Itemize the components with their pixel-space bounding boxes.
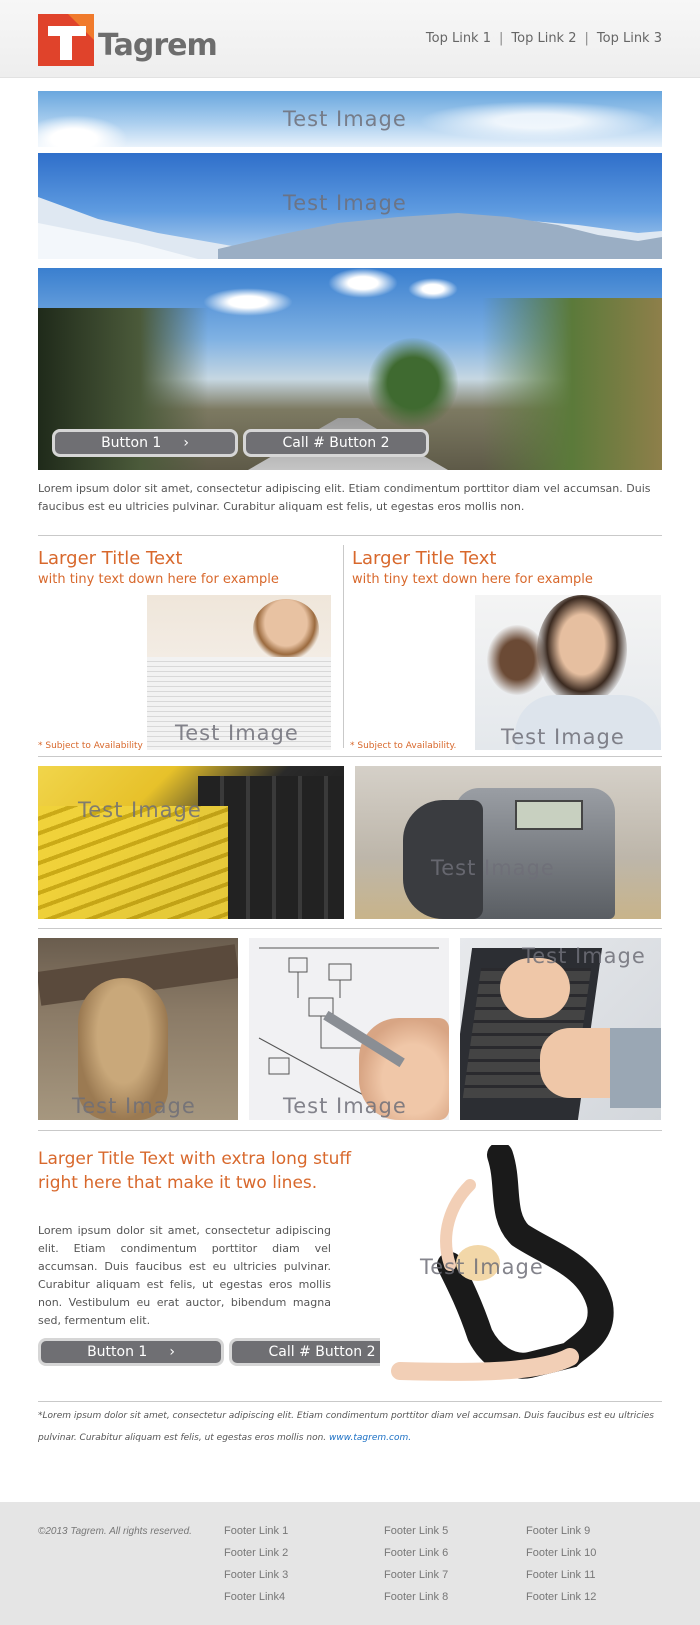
blueprint-drawing-image: Test Image: [249, 938, 449, 1120]
top-nav-separator: |: [584, 31, 589, 46]
sky-banner-image: Test Image: [38, 91, 662, 147]
right-title: Larger Title Text: [352, 548, 497, 569]
divider: [38, 1401, 662, 1402]
divider: [38, 535, 662, 536]
image-label: Test Image: [420, 1255, 544, 1279]
image-label: Test Image: [283, 191, 407, 215]
hero-call-button[interactable]: Call # Button 2: [243, 429, 429, 457]
chevron-right-icon: ›: [169, 1344, 175, 1360]
desk-phone-image: Test Image: [355, 766, 661, 919]
footer-column-2: Footer Link 5 Footer Link 6 Footer Link …: [384, 1524, 448, 1604]
hero-button-1[interactable]: Button 1 ›: [52, 429, 238, 457]
prairie-dog-image: Test Image: [38, 938, 238, 1120]
top-nav: Top Link 1 | Top Link 2 | Top Link 3: [426, 31, 662, 46]
footer-link-7[interactable]: Footer Link 7: [384, 1568, 448, 1582]
column-divider: [343, 545, 344, 748]
hero-paragraph: Lorem ipsum dolor sit amet, consectetur …: [38, 482, 651, 513]
footer-link-5[interactable]: Footer Link 5: [384, 1524, 448, 1538]
disclaimer: *Lorem ipsum dolor sit amet, consectetur…: [38, 1405, 662, 1449]
footer-link-1[interactable]: Footer Link 1: [224, 1524, 288, 1538]
image-label: Test Image: [78, 798, 202, 822]
footer-column-3: Footer Link 9 Footer Link 10 Footer Link…: [526, 1524, 596, 1604]
button-label: Call # Button 2: [268, 1344, 376, 1360]
call-center-image: Test Image: [475, 595, 661, 750]
left-availability-note: * Subject to Availability: [38, 741, 143, 751]
image-label: Test Image: [175, 721, 299, 745]
feature-title-line1: Larger Title Text with extra long stuff: [38, 1149, 352, 1169]
copyright: ©2013 Tagrem. All rights reserved.: [38, 1526, 192, 1537]
newspaper-reader-image: Test Image: [147, 595, 331, 750]
header: Tagrem Top Link 1 | Top Link 2 | Top Lin…: [0, 0, 700, 78]
chevron-right-icon: ›: [183, 435, 189, 451]
divider: [38, 1130, 662, 1131]
footer-link-10[interactable]: Footer Link 10: [526, 1546, 596, 1560]
logo-mark-icon: [38, 14, 94, 66]
top-nav-separator: |: [499, 31, 504, 46]
footer-link-3[interactable]: Footer Link 3: [224, 1568, 288, 1582]
footer-link-6[interactable]: Footer Link 6: [384, 1546, 448, 1560]
top-link-2[interactable]: Top Link 2: [511, 31, 576, 46]
button-label: Button 1: [87, 1344, 148, 1360]
left-subtitle: with tiny text down here for example: [38, 572, 279, 587]
image-label: Test Image: [283, 107, 407, 131]
logo[interactable]: Tagrem: [38, 12, 238, 68]
footer: ©2013 Tagrem. All rights reserved. Foote…: [0, 1502, 700, 1625]
footer-link-11[interactable]: Footer Link 11: [526, 1568, 596, 1582]
network-cables-image: Test Image: [38, 766, 344, 919]
footer-link-12[interactable]: Footer Link 12: [526, 1590, 596, 1604]
footer-link-4[interactable]: Footer Link4: [224, 1590, 288, 1604]
top-link-1[interactable]: Top Link 1: [426, 31, 491, 46]
feature-paragraph: Lorem ipsum dolor sit amet, consectetur …: [38, 1224, 331, 1327]
footer-link-8[interactable]: Footer Link 8: [384, 1590, 448, 1604]
image-label: Test Image: [501, 725, 625, 749]
footer-link-9[interactable]: Footer Link 9: [526, 1524, 596, 1538]
right-subtitle: with tiny text down here for example: [352, 572, 593, 587]
divider: [38, 756, 662, 757]
feature-button-1[interactable]: Button 1 ›: [38, 1338, 224, 1366]
gymnast-image: Test Image: [380, 1145, 640, 1381]
top-link-3[interactable]: Top Link 3: [597, 31, 662, 46]
image-label: Test Image: [431, 856, 555, 880]
image-label: Test Image: [72, 1094, 196, 1118]
disclaimer-link[interactable]: www.tagrem.com.: [329, 1433, 411, 1443]
button-label: Button 1: [101, 435, 162, 451]
left-title: Larger Title Text: [38, 548, 183, 569]
image-label: Test Image: [522, 944, 646, 968]
feature-title-line2: right here that make it two lines.: [38, 1173, 318, 1193]
image-label: Test Image: [283, 1094, 407, 1118]
right-availability-note: * Subject to Availability.: [350, 741, 457, 751]
laptop-typing-image: Test Image: [460, 938, 661, 1120]
footer-column-1: Footer Link 1 Footer Link 2 Footer Link …: [224, 1524, 288, 1604]
divider: [38, 928, 662, 929]
logo-text: Tagrem: [98, 28, 218, 63]
button-label: Call # Button 2: [282, 435, 390, 451]
snow-mountain-image: Test Image: [38, 153, 662, 259]
footer-link-2[interactable]: Footer Link 2: [224, 1546, 288, 1560]
